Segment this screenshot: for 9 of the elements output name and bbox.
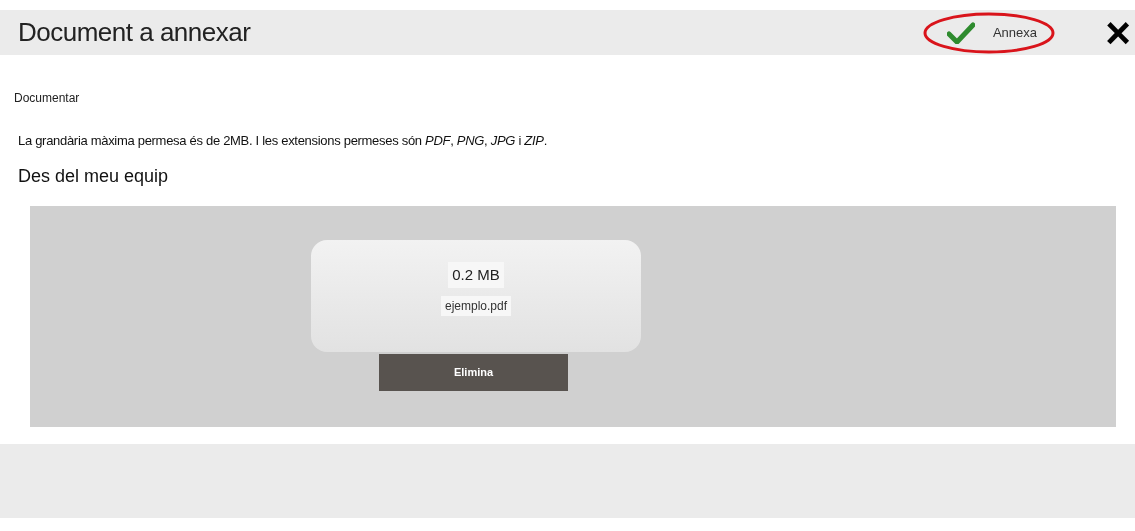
- file-size: 0.2 MB: [448, 261, 504, 288]
- section-heading: Des del meu equip: [18, 164, 170, 188]
- remove-button[interactable]: Elimina: [379, 353, 568, 391]
- section-label: Documentar: [14, 90, 81, 107]
- window-title: Document a annexar: [18, 16, 252, 49]
- file-name: ejemplo.pdf: [440, 296, 511, 316]
- drop-zone[interactable]: 0.2 MB ejemplo.pdf Elimina: [30, 205, 1116, 427]
- info-text: La grandària màxima permesa és de 2MB. I les extensions permeses són PDF, PNG, JPG i ZIP.: [18, 132, 548, 150]
- close-button[interactable]: ×: [1103, 10, 1133, 55]
